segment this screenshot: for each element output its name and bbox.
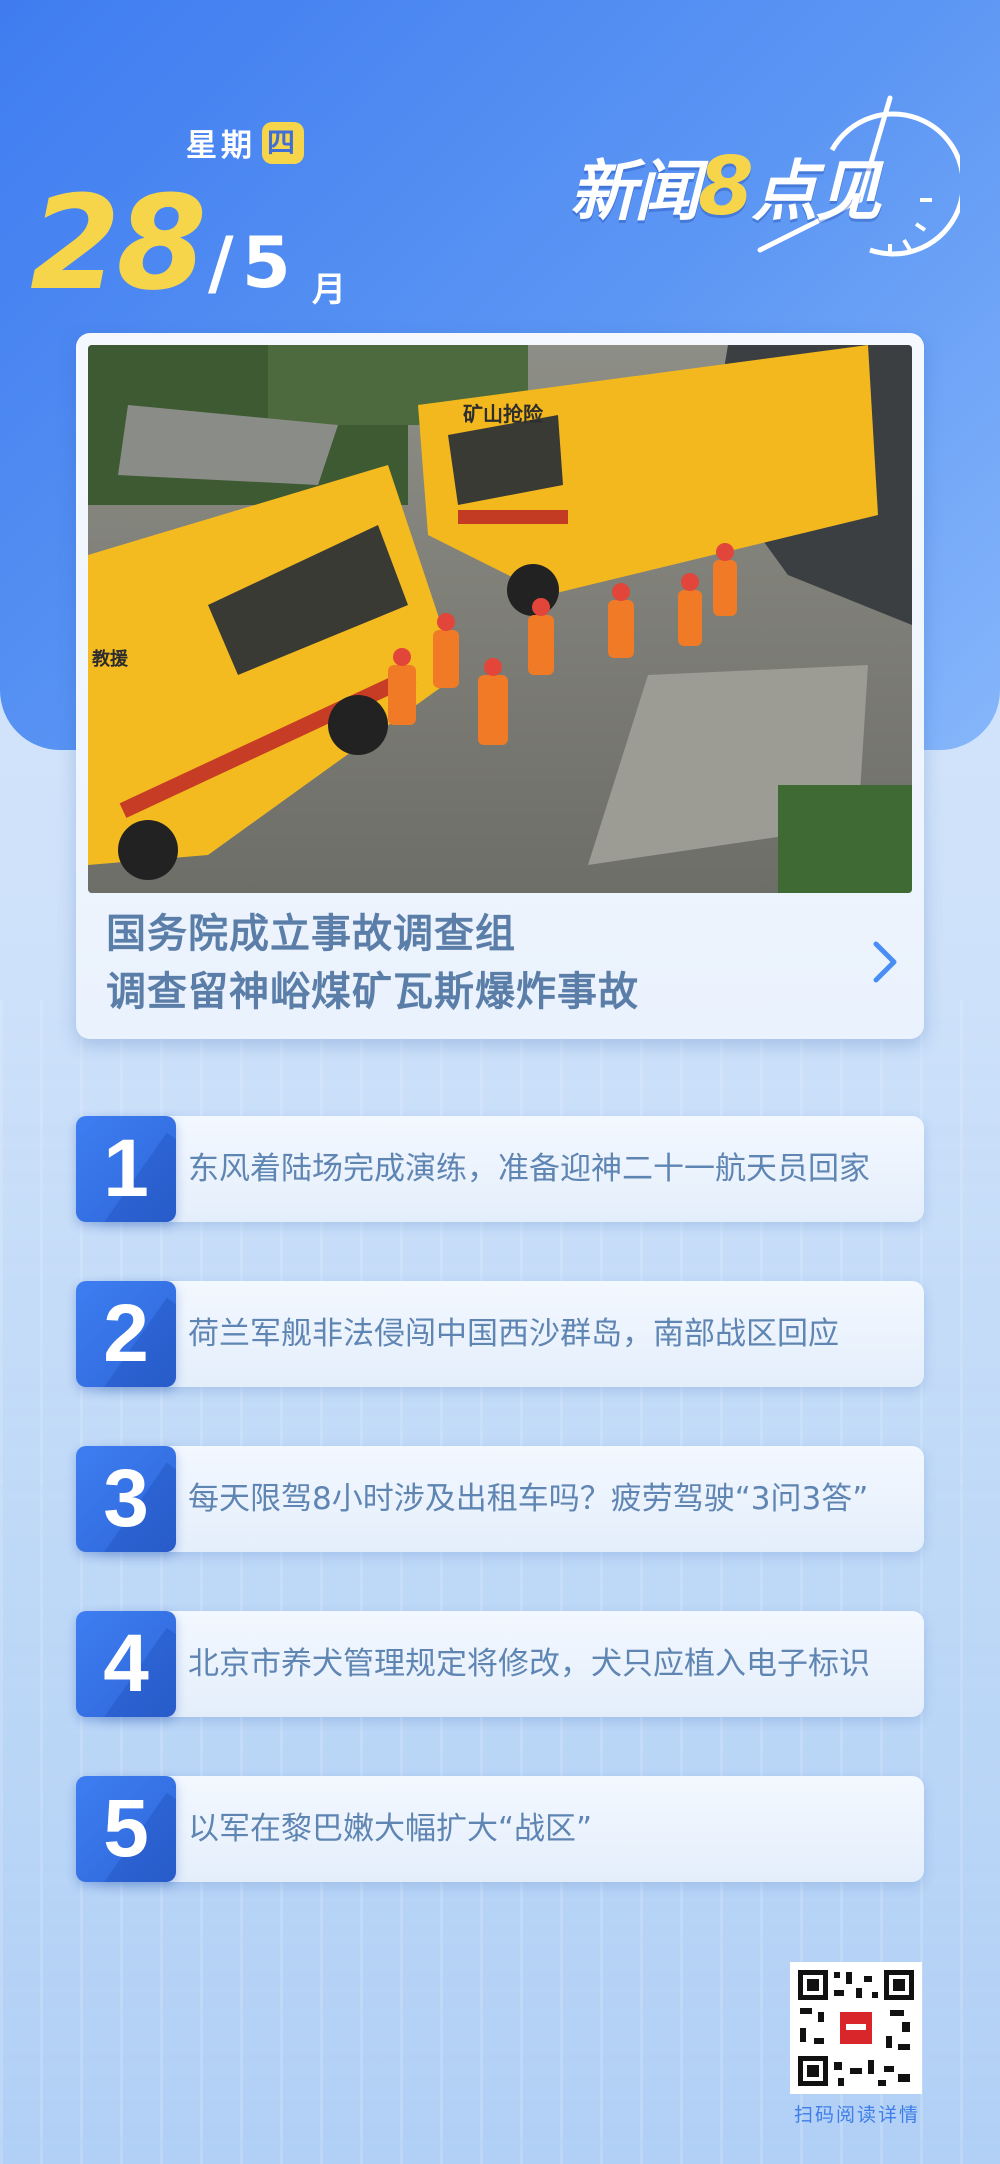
logo-part2: 点见 [751, 153, 882, 230]
headline-line1: 国务院成立事故调查组 [106, 911, 516, 957]
news-item-text: 北京市养犬管理规定将修改，犬只应植入电子标识 [188, 1646, 870, 1682]
news-number-badge: 4 [76, 1611, 176, 1717]
date-month: 5 [242, 222, 291, 304]
headline-title: 国务院成立事故调查组 调查留神峪煤矿瓦斯爆炸事故 [106, 905, 866, 1021]
qr-code-icon [794, 1966, 918, 2090]
news-number-badge: 1 [76, 1116, 176, 1222]
date-day: 28 [30, 167, 207, 319]
rescue-scene-image: 矿山抢险 教援 [88, 345, 912, 893]
brand-logo: 新闻8点见 [560, 90, 960, 260]
brand-logo-text: 新闻8点见 [570, 138, 882, 234]
van-label: 矿山抢险 [463, 402, 544, 426]
news-item-text: 东风着陆场完成演练，准备迎神二十一航天员回家 [188, 1151, 870, 1187]
news-item-2[interactable]: 2 荷兰军舰非法侵闯中国西沙群岛，南部战区回应 [76, 1281, 924, 1387]
date-slash: / [208, 222, 234, 304]
chevron-right-icon[interactable] [868, 938, 902, 986]
logo-eight: 8 [698, 140, 754, 233]
news-number-badge: 3 [76, 1446, 176, 1552]
qr-code[interactable] [790, 1962, 922, 2094]
news-item-text: 荷兰军舰非法侵闯中国西沙群岛，南部战区回应 [188, 1316, 839, 1352]
weekday-day-badge: 四 [262, 121, 304, 164]
news-item-5[interactable]: 5 以军在黎巴嫩大幅扩大“战区” [76, 1776, 924, 1882]
headline-photo: 矿山抢险 教援 [88, 345, 912, 893]
logo-part1: 新闻 [570, 153, 700, 230]
news-number-badge: 5 [76, 1776, 176, 1882]
news-item-4[interactable]: 4 北京市养犬管理规定将修改，犬只应植入电子标识 [76, 1611, 924, 1717]
news-item-text: 每天限驾8小时涉及出租车吗？疲劳驾驶“3问3答” [188, 1481, 869, 1517]
news-number-badge: 2 [76, 1281, 176, 1387]
weekday-prefix: 星期 [186, 128, 256, 164]
weekday-label: 星期 四 [186, 120, 304, 165]
news-item-3[interactable]: 3 每天限驾8小时涉及出租车吗？疲劳驾驶“3问3答” [76, 1446, 924, 1552]
news-item-text: 以军在黎巴嫩大幅扩大“战区” [188, 1811, 593, 1847]
date-month-unit: 月 [312, 270, 346, 310]
headline-card[interactable]: 矿山抢险 教援 国务院成立事故调查组 调查留神峪煤矿瓦斯爆炸事故 [76, 333, 924, 1039]
van-label2: 教援 [92, 648, 129, 670]
qr-caption: 扫码阅读详情 [793, 2104, 920, 2126]
headline-line2: 调查留神峪煤矿瓦斯爆炸事故 [106, 969, 639, 1015]
news-item-1[interactable]: 1 东风着陆场完成演练，准备迎神二十一航天员回家 [76, 1116, 924, 1222]
